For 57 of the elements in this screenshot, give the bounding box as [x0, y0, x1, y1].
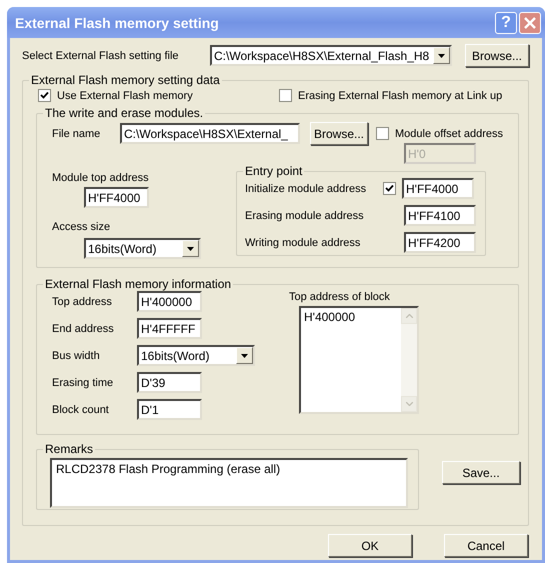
field-label: Erasing time [52, 376, 114, 388]
field-label: File name [52, 128, 102, 140]
text-field[interactable]: D'39 [137, 372, 202, 393]
dropdown[interactable]: 16bits(Word) [84, 238, 201, 259]
group-label: The write and erase modules. [44, 106, 204, 120]
text-field[interactable]: D'1 [137, 399, 202, 420]
dropdown-button[interactable] [433, 47, 450, 64]
text-field[interactable]: H'FF4200 [404, 232, 476, 253]
checkmark-icon [40, 91, 49, 100]
dialog-button[interactable]: OK [328, 534, 412, 557]
save-button[interactable]: Save... [442, 461, 520, 484]
group-label: Entry point [244, 164, 304, 178]
text-field[interactable]: H'FF4100 [404, 205, 476, 226]
field-label: Use External Flash memory [57, 90, 193, 102]
checkmark-icon [385, 184, 394, 193]
field-label: Top address [52, 296, 113, 308]
window-title: External Flash memory setting [15, 14, 220, 30]
dropdown[interactable]: C:\Workspace\H8SX\External_Flash_H8 [210, 45, 452, 66]
dropdown-button[interactable] [182, 240, 199, 257]
field-label: Block count [52, 404, 110, 416]
field-label: Erasing module address [245, 210, 365, 222]
checkbox[interactable] [383, 182, 396, 195]
group-label: External Flash memory setting data [30, 73, 221, 87]
text-field[interactable]: C:\Workspace\H8SX\External_ [120, 123, 300, 144]
caret-icon [187, 246, 194, 250]
list-item[interactable]: H'400000 [304, 310, 398, 324]
list-box[interactable]: H'400000 [299, 306, 419, 414]
group-label: External Flash memory information [44, 277, 232, 291]
field-label: Module top address [52, 172, 149, 184]
group-label: Remarks [44, 442, 94, 456]
close-button[interactable] [519, 12, 541, 34]
text-field[interactable]: H'FF4000 [402, 178, 474, 199]
chevron-up-icon [406, 314, 412, 318]
dialog-button[interactable]: Cancel [444, 534, 528, 557]
text-field[interactable]: H'4FFFFF [137, 318, 202, 339]
field-label: Bus width [52, 350, 101, 362]
field-label: End address [52, 322, 115, 334]
text-field[interactable]: H'400000 [137, 291, 202, 312]
caret-icon [241, 354, 248, 358]
field-label: Access size [52, 221, 110, 233]
remarks-field[interactable]: RLCD2378 Flash Programming (erase all) [50, 458, 408, 508]
field-label: Select External Flash setting file [22, 50, 180, 62]
field-label: Initialize module address [245, 182, 368, 194]
close-icon [524, 16, 536, 28]
caret-icon [438, 54, 445, 58]
text-field[interactable]: H'FF4000 [84, 187, 149, 208]
checkbox[interactable] [279, 89, 292, 102]
field-label: Top address of block [289, 291, 391, 303]
browse-button[interactable]: Browse... [310, 122, 368, 145]
field-label: Erasing External Flash memory at Link up [298, 90, 502, 102]
dropdown[interactable]: 16bits(Word) [137, 345, 255, 366]
checkbox[interactable] [38, 89, 51, 102]
chevron-down-icon [406, 402, 412, 406]
browse-button[interactable]: Browse... [465, 44, 529, 67]
dropdown-button[interactable] [236, 347, 253, 364]
field-label: Writing module address [245, 236, 362, 248]
field-label: Module offset address [395, 128, 504, 140]
